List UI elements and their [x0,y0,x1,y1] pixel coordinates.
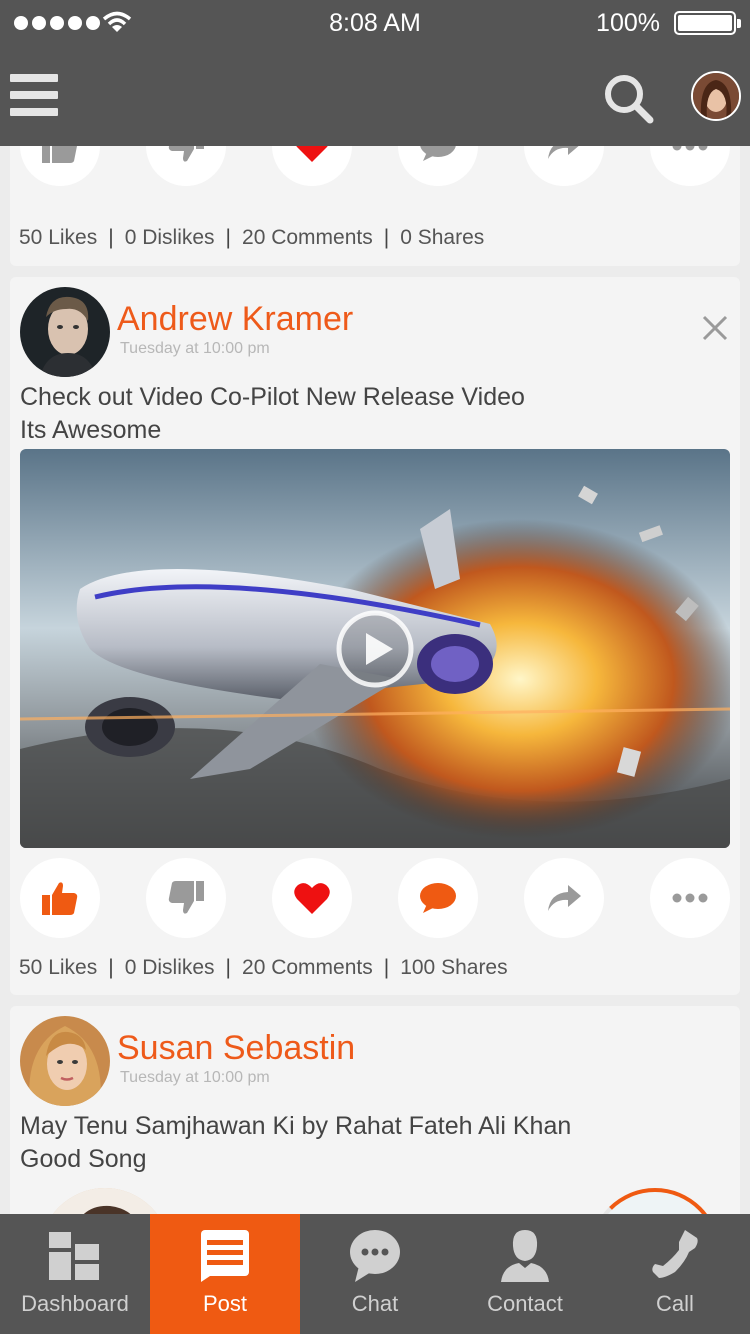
share-button[interactable] [524,858,604,938]
battery-icon [674,11,741,35]
tab-bar: Dashboard Post Chat Contact Call [0,1214,750,1334]
tab-label: Call [656,1291,694,1316]
video-thumbnail[interactable] [20,449,730,848]
comments-count[interactable]: 20 Comments [242,226,373,249]
tab-label: Contact [487,1291,563,1316]
media-progress-ring[interactable] [590,1188,720,1214]
thumbs-down-icon [168,881,204,914]
thumbs-down-icon [168,146,204,162]
post-actions [20,146,730,186]
post-text-line: Its Awesome [20,416,162,444]
status-bar: 8:08 AM 100% [0,0,750,46]
more-button[interactable] [650,858,730,938]
comment-icon [420,883,456,913]
post-actions [20,858,730,938]
share-button[interactable] [524,146,604,186]
post-time: Tuesday at 10:00 pm [120,340,270,357]
heart-button[interactable] [272,858,352,938]
post-text: May Tenu Samjhawan Ki by Rahat Fateh Ali… [20,1110,720,1176]
close-icon[interactable] [700,313,730,343]
thumbs-up-icon [42,146,77,163]
post-card: Andrew Kramer Tuesday at 10:00 pm Check … [10,277,740,995]
dislikes-count[interactable]: 0 Dislikes [125,956,215,979]
tab-call[interactable]: Call [600,1214,750,1334]
tab-label: Dashboard [21,1291,129,1316]
more-icon [672,893,708,903]
post-card: Susan Sebastin Tuesday at 10:00 pm May T… [10,1006,740,1214]
app-header: 8:08 AM 100% [0,0,750,146]
author-avatar[interactable] [20,287,110,377]
author-name[interactable]: Susan Sebastin [117,1029,355,1068]
post-icon [201,1230,249,1282]
tab-label: Chat [351,1291,399,1316]
post-time: Tuesday at 10:00 pm [120,1069,270,1086]
post-text: Check out Video Co-Pilot New Release Vid… [20,381,720,447]
dislikes-count[interactable]: 0 Dislikes [125,226,215,249]
search-icon[interactable] [602,72,654,124]
author-name[interactable]: Andrew Kramer [117,300,353,339]
battery-percent: 100% [596,9,660,37]
post-card: 50 Likes | 0 Dislikes | 20 Comments | 0 Shares [10,146,740,266]
post-text-line: May Tenu Samjhawan Ki by Rahat Fateh Ali… [20,1112,572,1140]
post-text-line: Check out Video Co-Pilot New Release Vid… [20,383,525,411]
author-avatar[interactable] [20,1016,110,1106]
menu-button[interactable] [10,74,58,118]
heart-button[interactable] [272,146,352,186]
tab-post[interactable]: Post [150,1214,300,1334]
post-text-line: Good Song [20,1145,147,1173]
share-icon [548,146,579,159]
dislike-button[interactable] [146,858,226,938]
post-stats: 50 Likes | 0 Dislikes | 20 Comments | 0 Shares [19,226,485,249]
comment-icon [420,146,456,161]
tab-dashboard[interactable]: Dashboard [0,1214,150,1334]
comments-count[interactable]: 20 Comments [242,956,373,979]
dislike-button[interactable] [146,146,226,186]
comment-button[interactable] [398,858,478,938]
tab-label: Post [202,1291,248,1316]
heart-icon [296,146,328,162]
more-button[interactable] [650,146,730,186]
chat-icon [350,1230,400,1282]
dashboard-icon [49,1232,99,1280]
comment-button[interactable] [398,146,478,186]
heart-icon [294,883,330,914]
likes-count[interactable]: 50 Likes [19,226,97,249]
feed[interactable]: 50 Likes | 0 Dislikes | 20 Comments | 0 Shares… [0,146,750,1214]
user-avatar[interactable] [691,71,741,121]
contact-icon [501,1230,549,1282]
shares-count[interactable]: 0 Shares [400,226,484,249]
like-button[interactable] [20,858,100,938]
call-icon [652,1230,698,1278]
play-icon[interactable] [335,609,415,689]
media-avatar[interactable] [40,1188,170,1214]
tab-chat[interactable]: Chat [300,1214,450,1334]
tab-contact[interactable]: Contact [450,1214,600,1334]
thumbs-up-icon [42,882,78,915]
more-icon [672,146,708,151]
share-icon [548,885,581,911]
like-button[interactable] [20,146,100,186]
shares-count[interactable]: 100 Shares [400,956,507,979]
post-stats: 50 Likes | 0 Dislikes | 20 Comments | 100 Shar… [19,956,508,979]
likes-count[interactable]: 50 Likes [19,956,97,979]
